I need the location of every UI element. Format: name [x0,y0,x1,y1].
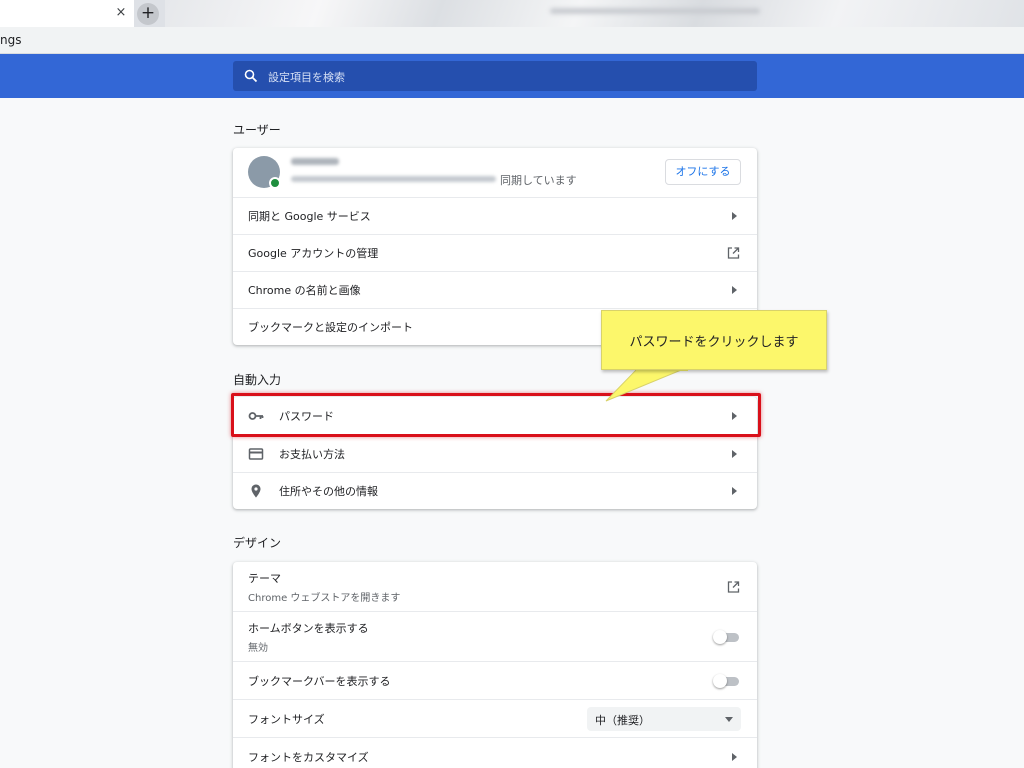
theme-label: テーマ [248,571,281,585]
home-button-row[interactable]: ホームボタンを表示する 無効 [233,611,757,661]
payment-methods-row[interactable]: お支払い方法 [233,435,757,472]
tab-close-icon[interactable]: × [112,4,130,22]
location-pin-icon [251,484,261,498]
new-tab-button[interactable]: + [137,3,159,25]
arrow-right-icon [732,487,737,495]
profile-name-blurred [291,158,339,165]
manage-account-row[interactable]: Google アカウントの管理 [233,234,757,271]
bookmarks-bar-toggle[interactable] [713,673,739,688]
row-label: テーマ Chrome ウェブストアを開きます [248,570,400,604]
addresses-row[interactable]: 住所やその他の情報 [233,472,757,509]
customize-fonts-row[interactable]: フォントをカスタマイズ [233,737,757,768]
font-size-select[interactable]: 中（推奨） [587,706,741,731]
design-card: テーマ Chrome ウェブストアを開きます ホームボタンを表示する 無効 ブッ… [233,562,757,768]
search-field[interactable]: 設定項目を検索 [233,61,757,91]
blurred-tab-title [550,8,760,14]
settings-header: 設定項目を検索 [0,54,1024,98]
section-title-user: ユーザー [233,123,281,137]
search-icon [244,69,258,83]
arrow-right-icon [732,450,737,458]
arrow-right-icon [732,752,737,761]
passwords-row[interactable]: パスワード [233,397,757,435]
home-button-label: ホームボタンを表示する [248,621,369,635]
row-label: ブックマークバーを表示する [248,674,391,688]
bookmarks-bar-row[interactable]: ブックマークバーを表示する [233,661,757,699]
home-button-toggle[interactable] [713,629,739,644]
credit-card-icon [248,448,264,460]
arrow-right-icon [732,212,737,220]
row-label: フォントをカスタマイズ [248,750,369,764]
sync-status: 同期しています [500,174,577,187]
callout-text: パスワードをクリックします [629,335,799,350]
instruction-callout: パスワードをクリックします [601,310,827,370]
row-label: お支払い方法 [279,448,345,461]
external-link-icon [727,247,740,259]
row-label: ホームボタンを表示する 無効 [248,620,369,654]
search-placeholder: 設定項目を検索 [268,71,345,84]
external-link-icon [727,580,740,593]
arrow-right-icon [732,286,737,294]
key-icon [248,412,264,420]
section-title-autofill: 自動入力 [233,373,282,387]
row-label: 住所やその他の情報 [279,485,378,498]
row-label: Chrome の名前と画像 [248,284,361,297]
row-label: パスワード [279,410,334,423]
sync-badge-icon [269,177,281,189]
tab-strip: × + [0,0,1024,27]
profile-email-blurred [291,176,496,182]
toggle-knob [713,629,727,644]
url-text: ngs [0,33,22,47]
chevron-down-icon [725,716,733,722]
blurred-tab-area [165,0,1024,27]
font-size-value: 中（推奨） [595,713,650,727]
row-label: フォントサイズ [248,712,325,726]
profile-row: 同期しています オフにする [233,148,757,197]
sync-services-row[interactable]: 同期と Google サービス [233,197,757,234]
row-label: ブックマークと設定のインポート [248,321,413,334]
toggle-knob [713,673,727,688]
theme-sub: Chrome ウェブストアを開きます [248,592,401,604]
section-title-design: デザイン [233,536,282,550]
theme-row[interactable]: テーマ Chrome ウェブストアを開きます [233,562,757,611]
arrow-right-icon [732,412,737,420]
turn-off-sync-button[interactable]: オフにする [665,159,741,185]
address-bar[interactable]: ngs [0,27,1024,54]
active-tab[interactable]: × [0,0,134,27]
chrome-name-image-row[interactable]: Chrome の名前と画像 [233,271,757,308]
autofill-card: パスワード お支払い方法 住所やその他の情報 [233,397,757,509]
home-button-sub: 無効 [248,642,268,654]
row-label: 同期と Google サービス [248,210,371,223]
font-size-row: フォントサイズ 中（推奨） [233,699,757,737]
row-label: Google アカウントの管理 [248,247,379,260]
